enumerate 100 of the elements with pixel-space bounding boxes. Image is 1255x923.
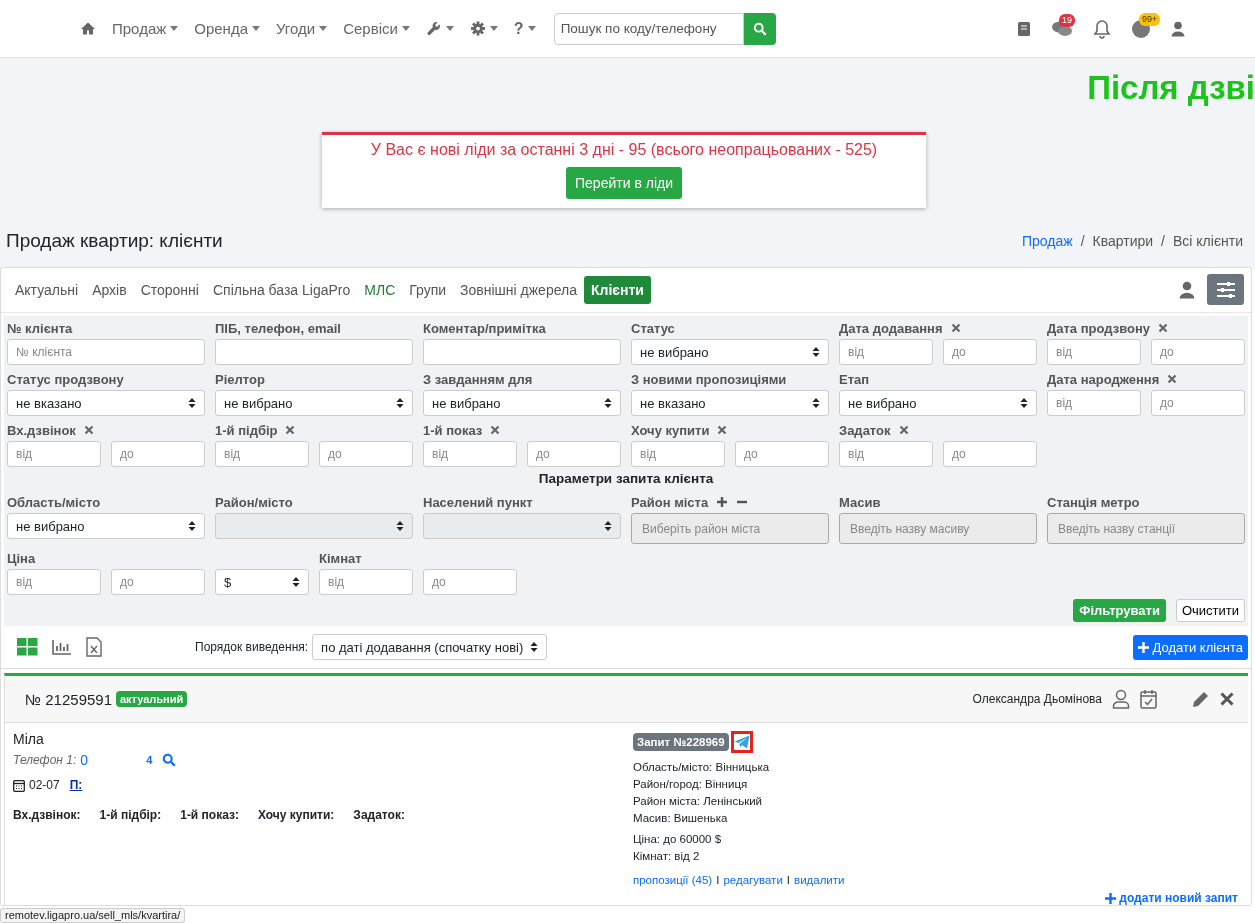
tab[interactable]: Групи (402, 275, 454, 304)
clear-icon[interactable] (490, 425, 501, 435)
menu-item[interactable]: Угоди (276, 20, 316, 37)
caret-icon[interactable] (401, 26, 410, 31)
from-field[interactable]: від (1047, 339, 1141, 365)
to-field[interactable]: до (111, 569, 205, 595)
from-field[interactable]: від (1047, 390, 1141, 416)
select-field[interactable]: не вибрано (7, 513, 205, 539)
search-icon[interactable] (752, 21, 767, 36)
clear-icon[interactable] (717, 425, 728, 435)
from-field[interactable]: від (7, 441, 101, 467)
tab[interactable]: Архів (85, 275, 134, 304)
request-link[interactable]: редагувати (723, 874, 783, 886)
add-client-button[interactable]: Додати клієнта (1132, 634, 1248, 660)
to-field[interactable]: до (319, 441, 413, 467)
caret-icon[interactable] (527, 26, 536, 31)
to-field[interactable]: до (527, 441, 621, 467)
caret-icon[interactable] (252, 26, 260, 31)
select-field[interactable]: не вибрано (631, 339, 829, 365)
filter-button[interactable]: Фільтрувати (1073, 599, 1166, 622)
menu-item[interactable]: Сервіси (343, 20, 398, 37)
user-icon[interactable] (1179, 279, 1195, 300)
menu-item[interactable]: Продаж (112, 20, 167, 37)
up-down-arrow-icon (812, 397, 820, 409)
spreadsheet-file-icon[interactable] (86, 637, 102, 657)
calendar-check-icon[interactable] (1140, 689, 1157, 709)
caret-icon[interactable] (319, 26, 328, 31)
select-field[interactable]: не вибрано (215, 390, 413, 416)
to-field[interactable]: до (735, 441, 829, 467)
clear-icon[interactable] (898, 425, 909, 435)
bell-icon[interactable] (1093, 18, 1111, 39)
select-field[interactable]: не вибрано (839, 390, 1037, 416)
settings-icon[interactable] (469, 21, 486, 36)
clear-icon[interactable] (83, 425, 94, 435)
select-field[interactable]: не вибрано (423, 390, 621, 416)
phone-number[interactable]: 0 (80, 752, 143, 768)
search-icon[interactable] (162, 753, 177, 767)
select-field[interactable]: не вказано (631, 390, 829, 416)
note-link[interactable]: П: (69, 778, 83, 792)
caret-icon[interactable] (489, 26, 498, 31)
from-field[interactable]: від (839, 441, 933, 467)
add-request-link[interactable]: додати новий запит (1105, 891, 1238, 905)
plus-icon[interactable] (1105, 892, 1117, 904)
search-field[interactable]: Пошук по коду/телефону (553, 12, 744, 45)
from-field[interactable]: від (423, 441, 517, 467)
breadcrumb-link[interactable]: Продаж (1022, 233, 1073, 249)
tab[interactable]: Зовнішні джерела (453, 275, 584, 304)
select-field[interactable]: $ (215, 569, 309, 595)
field-label: № клієнта (7, 320, 73, 336)
caret-icon[interactable] (445, 26, 454, 31)
select-field[interactable]: не вказано (7, 390, 205, 416)
tab[interactable]: Актуальні (8, 275, 86, 304)
to-field[interactable]: до (943, 339, 1037, 365)
telegram-button[interactable] (730, 731, 753, 753)
up-down-arrow-icon (604, 397, 612, 409)
tab[interactable]: Сторонні (133, 275, 206, 304)
caret-icon[interactable] (170, 26, 179, 31)
close-icon[interactable] (1220, 692, 1234, 706)
user-icon[interactable] (1171, 20, 1185, 37)
menu-item[interactable]: Оренда (194, 20, 248, 37)
wrench-icon[interactable] (425, 21, 442, 36)
grid-view-icon[interactable] (17, 638, 38, 656)
book-icon[interactable] (1017, 20, 1031, 37)
from-field[interactable]: від (215, 441, 309, 467)
phone-number-end[interactable]: 4 (146, 754, 153, 766)
pencil-icon[interactable] (1191, 689, 1210, 709)
menu-item[interactable]: ? (513, 19, 524, 38)
clear-icon[interactable] (950, 323, 961, 333)
to-field[interactable]: до (423, 569, 517, 595)
to-field[interactable]: до (111, 441, 205, 467)
request-link[interactable]: пропозиції (45) (633, 874, 713, 886)
tab[interactable]: Спільна база LigaPro (205, 275, 358, 304)
tab[interactable]: Клієнти (583, 275, 651, 304)
home-icon[interactable] (80, 21, 96, 36)
text-field[interactable]: № клієнта (7, 339, 205, 365)
request-link[interactable]: видалити (794, 874, 845, 886)
clear-icon[interactable] (285, 425, 296, 435)
field-label: Задаток (839, 422, 891, 438)
count-badge: 19 (1059, 13, 1075, 27)
clear-icon[interactable] (1158, 323, 1168, 333)
bar-chart-icon[interactable] (52, 639, 72, 655)
clear-button[interactable]: Очистити (1175, 599, 1245, 622)
from-field[interactable]: від (319, 569, 413, 595)
clear-icon[interactable] (1167, 374, 1178, 384)
go-to-leads-button[interactable]: Перейти в ліди (566, 167, 682, 199)
field-label: 1-й підбір (215, 422, 278, 438)
sort-select[interactable]: по даті додавання (спочатку нові) (312, 634, 548, 660)
search-button[interactable] (743, 12, 776, 45)
from-field[interactable]: від (7, 569, 101, 595)
to-field[interactable]: до (1151, 390, 1245, 416)
user-outline-icon[interactable] (1112, 689, 1130, 709)
to-field[interactable]: до (1151, 339, 1245, 365)
to-field[interactable]: до (943, 441, 1037, 467)
from-field[interactable]: від (631, 441, 725, 467)
text-field[interactable] (215, 339, 413, 365)
sliders-icon[interactable] (1215, 280, 1236, 299)
from-field[interactable]: від (839, 339, 933, 365)
text-field[interactable] (423, 339, 621, 365)
tab[interactable]: МЛС (357, 275, 403, 304)
filter-settings-button[interactable] (1207, 274, 1244, 305)
